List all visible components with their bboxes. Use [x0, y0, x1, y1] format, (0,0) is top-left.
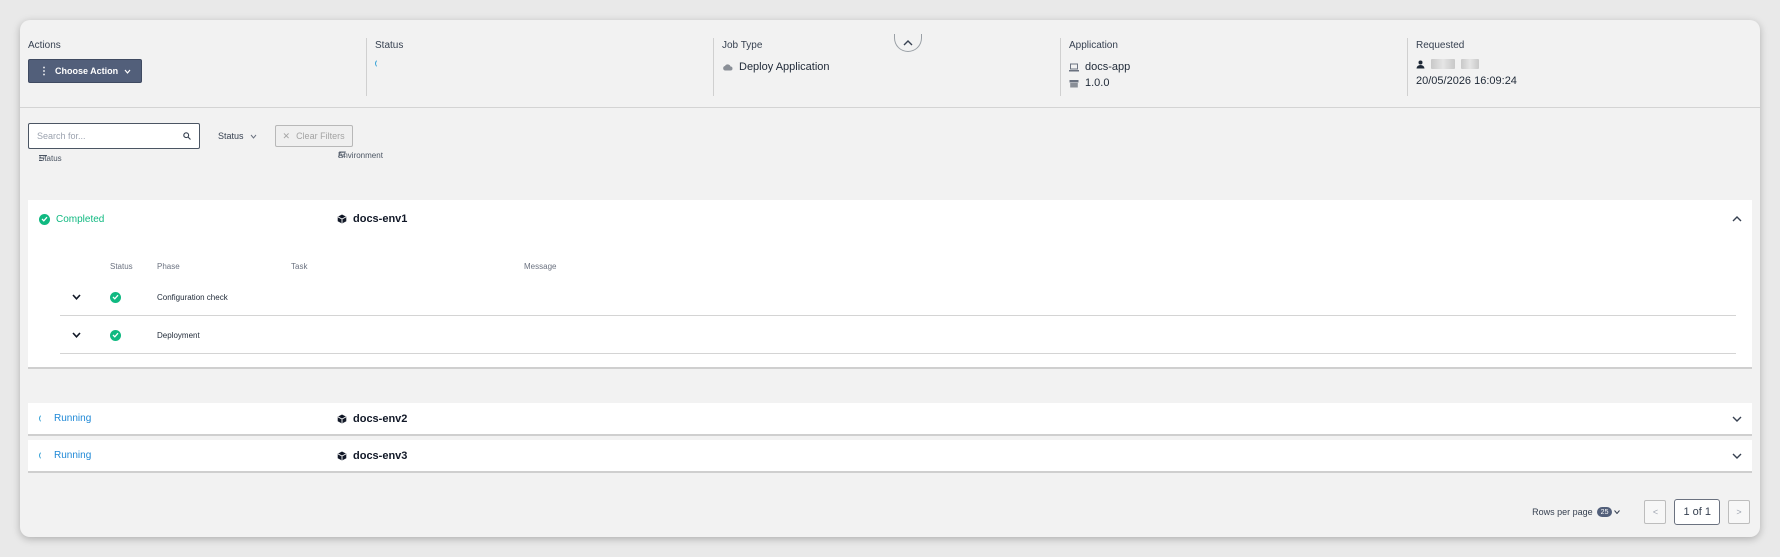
status-filter-dropdown[interactable]: Status: [214, 131, 261, 141]
status-column: Status: [367, 20, 714, 107]
chevron-down-icon: [1614, 510, 1621, 514]
loading-spinner-icon: [39, 414, 48, 423]
archive-icon: [1069, 79, 1079, 87]
page-indicator: 1 of 1: [1674, 499, 1720, 525]
application-name: docs-app: [1085, 61, 1131, 73]
expand-phase-button[interactable]: [72, 278, 81, 316]
row-environment-text: docs-env3: [353, 449, 408, 462]
rows-per-page-value: 25: [1596, 507, 1613, 517]
table-row: Completed docs-env1 Status Phase Task Me…: [28, 200, 1752, 369]
collapse-row-button[interactable]: [1732, 200, 1742, 238]
phase-header: Phase: [157, 262, 180, 271]
phase-row: Deployment: [60, 316, 1736, 354]
status-filter-label: Status: [218, 131, 244, 141]
job-summary-header: Actions ⋮ Choose Action Status Job Type …: [20, 20, 1760, 108]
sort-alpha-icon: A͞Z: [338, 151, 346, 159]
filter-bar: Status ✕ Clear Filters: [28, 123, 353, 149]
search-icon: [183, 132, 191, 140]
job-type-value: Deploy Application: [739, 61, 830, 73]
actions-label: Actions: [28, 40, 61, 51]
cube-icon: [337, 451, 347, 460]
row-status-text: Running: [54, 413, 92, 424]
expand-row-button[interactable]: [1732, 440, 1742, 471]
rows-per-page-label: Rows per page: [1532, 507, 1593, 517]
check-circle-icon: [110, 329, 121, 341]
close-icon: ✕: [282, 130, 291, 141]
row-status-text: Completed: [56, 213, 105, 225]
table-row[interactable]: Running docs-env2: [28, 403, 1752, 436]
chevron-down-icon: [1732, 416, 1742, 422]
chevron-down-icon: [124, 69, 131, 74]
actions-column: Actions ⋮ Choose Action: [20, 20, 367, 107]
more-vertical-icon: ⋮: [39, 65, 49, 77]
requested-label: Requested: [1416, 40, 1465, 51]
chevron-up-icon: [903, 39, 913, 45]
clear-filters-label: Clear Filters: [296, 131, 345, 141]
choose-action-label: Choose Action: [55, 66, 119, 76]
user-icon: [1416, 60, 1425, 68]
job-details-panel: Actions ⋮ Choose Action Status Job Type …: [20, 20, 1760, 537]
expand-row-button[interactable]: [1732, 403, 1742, 434]
job-type-label: Job Type: [722, 40, 763, 51]
check-circle-icon: [110, 291, 121, 303]
cloud-icon: [723, 64, 733, 71]
laptop-icon: [1069, 63, 1079, 71]
row-header[interactable]: Completed docs-env1: [28, 200, 1752, 238]
phase-name: Configuration check: [157, 292, 228, 302]
chevron-down-icon: [72, 294, 81, 300]
pagination: Rows per page 25 < 1 of 1 >: [1532, 499, 1750, 525]
clear-filters-button[interactable]: ✕ Clear Filters: [274, 125, 353, 147]
search-input[interactable]: [37, 131, 177, 141]
row-environment-text: docs-env1: [353, 213, 408, 225]
status-column-header[interactable]: Status: [39, 154, 62, 163]
next-page-button[interactable]: >: [1728, 500, 1750, 524]
application-label: Application: [1069, 40, 1118, 51]
message-header: Message: [524, 262, 557, 271]
loading-spinner-icon: [375, 59, 384, 68]
search-field[interactable]: [28, 123, 200, 149]
chevron-down-icon: [250, 134, 256, 139]
loading-spinner-icon: [39, 451, 48, 460]
cube-icon: [337, 214, 347, 224]
task-header: Task: [291, 262, 308, 271]
redacted-user-surname: [1461, 59, 1479, 69]
requested-column: Requested 20/05/2026 16:09:24: [1408, 20, 1755, 107]
redacted-user-name: [1431, 59, 1455, 69]
phase-name: Deployment: [157, 330, 200, 340]
choose-action-button[interactable]: ⋮ Choose Action: [28, 59, 143, 83]
rows-per-page-selector[interactable]: Rows per page 25: [1532, 507, 1621, 517]
table-row[interactable]: Running docs-env3: [28, 440, 1752, 473]
phase-status-header: Status: [110, 262, 133, 271]
phase-row: Configuration check: [60, 278, 1736, 316]
row-environment-text: docs-env2: [353, 412, 408, 425]
expand-phase-button[interactable]: [72, 316, 81, 354]
requested-timestamp: 20/05/2026 16:09:24: [1416, 75, 1517, 87]
chevron-down-icon: [72, 332, 81, 338]
check-circle-icon: [39, 213, 50, 225]
status-label: Status: [375, 40, 404, 51]
application-version: 1.0.0: [1085, 77, 1110, 89]
application-column: Application docs-app 1.0.0: [1061, 20, 1408, 107]
cube-icon: [337, 414, 347, 423]
chevron-up-icon: [1732, 216, 1742, 222]
row-status-text: Running: [54, 450, 92, 461]
prev-page-button[interactable]: <: [1644, 500, 1667, 524]
chevron-down-icon: [1732, 453, 1742, 459]
status-header-label: Status: [39, 153, 62, 163]
job-type-column: Job Type Deploy Application: [714, 20, 1061, 107]
